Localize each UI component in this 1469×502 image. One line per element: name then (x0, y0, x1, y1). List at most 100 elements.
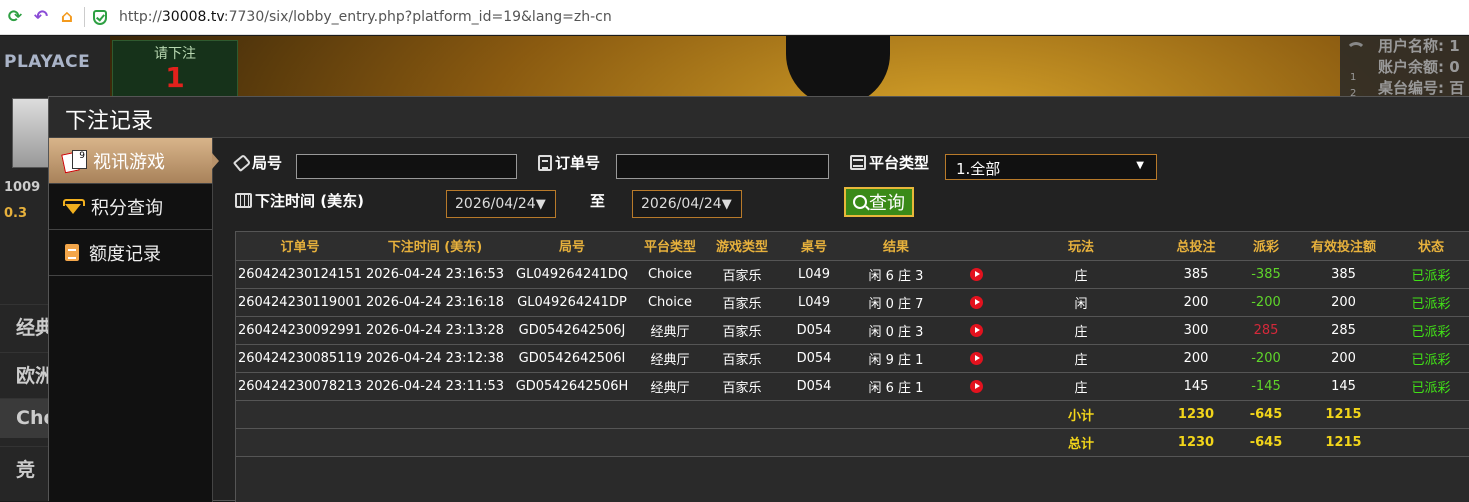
bet-type: 庄 (1006, 372, 1156, 401)
bet-type: 庄 (1006, 344, 1156, 373)
toolbar-divider (84, 7, 85, 27)
table-number: D054 (782, 344, 846, 373)
game-type: 百家乐 (702, 260, 782, 289)
round-number: GL049264241DP (506, 288, 638, 317)
total-payout: -645 (1236, 428, 1296, 457)
total-label: 总计 (1006, 428, 1156, 457)
status: 已派彩 (1391, 344, 1469, 373)
bet-time: 2026-04-24 23:16:53 (364, 260, 506, 289)
date-to-picker[interactable]: 2026/04/24▼ (632, 190, 742, 218)
play-video-icon[interactable] (969, 267, 983, 281)
column-header: 订单号 (236, 232, 364, 261)
round-number: GD0542642506I (506, 344, 638, 373)
diamond-icon (63, 198, 85, 215)
playace-logo: PLAYACE (4, 52, 91, 72)
play-video-icon[interactable] (969, 295, 983, 309)
valid-bet: 200 (1296, 344, 1391, 373)
back-icon[interactable]: ↶ (30, 6, 52, 28)
chevron-down-icon: ▼ (1136, 160, 1144, 171)
platform-type: 经典厅 (638, 344, 702, 373)
url-path: :7730/six/lobby_entry.php?platform_id=19… (223, 9, 612, 25)
countdown-number: 1 (165, 61, 185, 94)
side-item-label: 积分查询 (91, 197, 163, 219)
address-bar[interactable]: http://30008.tv:7730/six/lobby_entry.php… (119, 9, 612, 25)
status: 已派彩 (1391, 288, 1469, 317)
table-row: 260424230085119 2026-04-24 23:12:38 GD05… (236, 344, 1469, 373)
total-bet: 145 (1156, 372, 1236, 401)
date-from-picker[interactable]: 2026/04/24▼ (446, 190, 556, 218)
cards-icon (63, 149, 87, 171)
signal-number: 1 (1350, 72, 1357, 83)
bet-type: 闲 (1006, 288, 1156, 317)
bet-time: 2026-04-24 23:12:38 (364, 344, 506, 373)
game-type: 百家乐 (702, 288, 782, 317)
replay-cell (946, 316, 1006, 345)
table-number: L049 (782, 288, 846, 317)
replay-cell (946, 344, 1006, 373)
column-header: 下注时间 (美东) (364, 232, 506, 261)
secure-shield-icon (93, 9, 107, 25)
side-item-label: 视讯游戏 (93, 151, 165, 173)
round-number: GL049264241DQ (506, 260, 638, 289)
play-video-icon[interactable] (969, 379, 983, 393)
bet-prompt: 请下注 (154, 46, 196, 62)
reload-icon[interactable]: ⟳ (4, 6, 26, 28)
bet-records-modal: 下注记录 视讯游戏 积分查询 额度记录 局号 订单号 平台类型 (48, 96, 1469, 502)
side-item-label: 额度记录 (89, 243, 161, 265)
document-icon (65, 244, 79, 261)
total-bet: 200 (1156, 288, 1236, 317)
table-header-row: 订单号 下注时间 (美东) 局号 平台类型 游戏类型 桌号 结果 玩法 总投注 … (236, 232, 1469, 261)
round-number: GD0542642506J (506, 316, 638, 345)
avatar (12, 98, 50, 168)
table-row: 260424230119001 2026-04-24 23:16:18 GL04… (236, 288, 1469, 317)
records-table: 订单号 下注时间 (美东) 局号 平台类型 游戏类型 桌号 结果 玩法 总投注 … (235, 231, 1469, 502)
game-type: 百家乐 (702, 344, 782, 373)
bet-time: 2026-04-24 23:11:53 (364, 372, 506, 401)
table-row: 260424230078213 2026-04-24 23:11:53 GD05… (236, 372, 1469, 401)
order-number: 260424230092991 (236, 316, 364, 345)
tag-icon (232, 153, 252, 172)
query-button[interactable]: 查询 (844, 187, 914, 217)
filter-panel: 局号 订单号 平台类型 1.全部 ▼ 下注时间 (美东) 2026/04/24▼… (232, 152, 1465, 222)
result: 闲 6 庄 1 (846, 372, 946, 401)
to-label: 至 (590, 192, 606, 210)
table-row: 260424230092991 2026-04-24 23:13:28 GD05… (236, 316, 1469, 345)
browser-toolbar: ⟳ ↶ ⌂ http://30008.tv:7730/six/lobby_ent… (0, 0, 1469, 35)
bet-time: 2026-04-24 23:16:18 (364, 288, 506, 317)
left-stat-ratio: 0.3 (4, 206, 28, 221)
status: 已派彩 (1391, 260, 1469, 289)
play-video-icon[interactable] (969, 323, 983, 337)
side-item-points[interactable]: 积分查询 (49, 184, 212, 230)
order-number: 260424230078213 (236, 372, 364, 401)
chevron-down-icon: ▼ (721, 197, 732, 212)
bet-type: 庄 (1006, 260, 1156, 289)
valid-bet: 385 (1296, 260, 1391, 289)
list-icon (850, 155, 866, 170)
total-bet: 300 (1156, 316, 1236, 345)
search-icon (853, 195, 867, 209)
status: 已派彩 (1391, 372, 1469, 401)
home-icon[interactable]: ⌂ (56, 6, 78, 28)
column-header: 玩法 (1006, 232, 1156, 261)
side-item-quota[interactable]: 额度记录 (49, 230, 212, 276)
platform-select[interactable]: 1.全部 ▼ (945, 154, 1157, 180)
round-input[interactable] (296, 154, 517, 179)
subtotal-row: 小计 1230 -645 1215 (236, 400, 1469, 429)
order-input[interactable] (616, 154, 829, 179)
clipboard-icon (538, 154, 552, 171)
side-item-live-games[interactable]: 视讯游戏 (49, 138, 219, 184)
play-video-icon[interactable] (969, 351, 983, 365)
platform-type: Choice (638, 288, 702, 317)
replay-cell (946, 288, 1006, 317)
url-host: 30008.tv (161, 9, 224, 25)
round-label: 局号 (232, 152, 282, 173)
total-bet: 200 (1156, 344, 1236, 373)
total-valid-bet: 1215 (1296, 428, 1391, 457)
table-line: 桌台编号: 百 (1378, 79, 1465, 97)
game-type: 百家乐 (702, 316, 782, 345)
bet-countdown: 请下注 1 (112, 40, 238, 98)
replay-cell (946, 260, 1006, 289)
url-prefix: http:// (119, 9, 162, 25)
chevron-down-icon: ▼ (535, 197, 546, 212)
column-header (946, 232, 1006, 261)
